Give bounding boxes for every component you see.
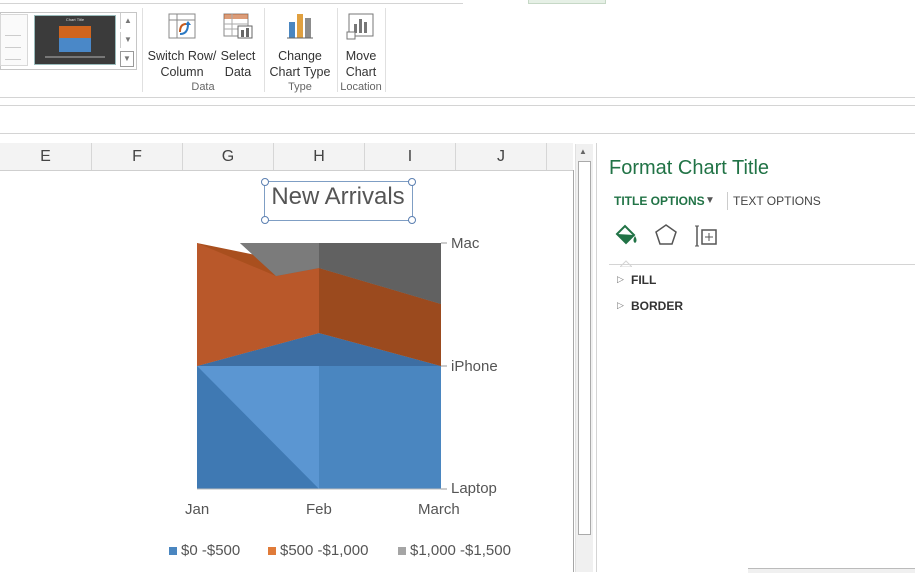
- selected-icon-pointer: [618, 254, 634, 268]
- legend-item-1000-1500: $1,000 -$1,500: [410, 542, 511, 559]
- group-separator: [385, 8, 386, 92]
- ribbon-bottom-border: [0, 97, 915, 98]
- pane-title: Format Chart Title: [609, 157, 770, 179]
- column-header-i[interactable]: I: [365, 143, 456, 170]
- select-data-label-2: Data: [224, 65, 252, 79]
- column-header-h[interactable]: H: [274, 143, 365, 170]
- group-label-type: Type: [288, 81, 312, 93]
- selection-handle[interactable]: [408, 178, 416, 186]
- chart-title[interactable]: New Arrivals: [264, 183, 412, 211]
- select-data-icon: [223, 13, 253, 39]
- selection-handle[interactable]: [408, 216, 416, 224]
- switch-row-column-button[interactable]: Switch Row/ Column: [146, 12, 218, 80]
- pane-divider: [609, 264, 915, 265]
- formula-bar-bottom: [0, 133, 915, 134]
- change-chart-type-icon: [287, 14, 313, 39]
- chart-style-thumbnail-selected[interactable]: Chart Title: [34, 15, 116, 65]
- switch-row-column-icon: [168, 13, 196, 39]
- move-chart-label-2: Chart: [345, 65, 377, 79]
- expand-border-icon[interactable]: ▷: [617, 300, 624, 311]
- selection-handle[interactable]: [261, 178, 269, 186]
- change-type-label-1: Change: [278, 49, 322, 63]
- active-tab-indicator[interactable]: [528, 0, 606, 4]
- selection-handle[interactable]: [261, 216, 269, 224]
- formula-bar-top: [0, 105, 915, 106]
- scroll-up-arrow-icon[interactable]: ▲: [579, 147, 587, 156]
- group-separator: [264, 8, 265, 92]
- section-fill[interactable]: FILL: [631, 273, 656, 287]
- effects-pentagon-icon[interactable]: [654, 223, 678, 247]
- depth-label-laptop: Laptop: [451, 480, 497, 497]
- move-chart-button[interactable]: Move Chart: [339, 12, 383, 80]
- status-edge: [748, 568, 915, 573]
- column-header-e[interactable]: E: [0, 143, 92, 170]
- category-label-march: March: [418, 501, 460, 518]
- move-chart-icon: [346, 13, 374, 40]
- column-header-g[interactable]: G: [183, 143, 274, 170]
- select-data-label-1: Select: [220, 49, 256, 63]
- legend-swatch-gray: [398, 547, 406, 555]
- legend-swatch-orange: [268, 547, 276, 555]
- gallery-more[interactable]: ▼: [120, 51, 134, 67]
- top-strip: [0, 0, 463, 4]
- depth-label-mac: Mac: [451, 235, 480, 252]
- gallery-scroll-up[interactable]: ▲: [120, 13, 135, 29]
- column-headers: E F G H I J: [0, 143, 573, 171]
- switch-row-label-1: Switch Row/: [147, 49, 217, 63]
- legend-swatch-blue: [169, 547, 177, 555]
- gallery-scroll-down[interactable]: ▼: [120, 32, 135, 48]
- thumbnail-title: Chart Title: [65, 17, 85, 22]
- select-data-button[interactable]: Select Data: [216, 12, 260, 80]
- category-label-feb: Feb: [306, 501, 332, 518]
- group-label-location: Location: [340, 81, 382, 93]
- group-label-data: Data: [191, 81, 215, 93]
- scrollbar-thumb[interactable]: [578, 161, 591, 535]
- depth-label-iphone: iPhone: [451, 358, 498, 375]
- column-header-j[interactable]: J: [456, 143, 547, 170]
- fill-line-icon[interactable]: [613, 222, 639, 248]
- column-header-f[interactable]: F: [92, 143, 183, 170]
- move-chart-label-1: Move: [345, 49, 377, 63]
- tab-separator: [727, 192, 728, 210]
- tab-title-options[interactable]: TITLE OPTIONS: [614, 194, 705, 208]
- switch-row-label-2: Column: [160, 65, 204, 79]
- expand-fill-icon[interactable]: ▷: [617, 274, 624, 285]
- chevron-down-icon[interactable]: ▼: [705, 195, 715, 206]
- size-properties-icon[interactable]: [694, 224, 718, 248]
- group-separator: [142, 8, 143, 92]
- change-chart-type-button[interactable]: Change Chart Type: [266, 12, 334, 80]
- group-separator: [337, 8, 338, 92]
- section-border[interactable]: BORDER: [631, 299, 683, 313]
- legend-item-500-1000: $500 -$1,000: [280, 542, 369, 559]
- chart-style-thumbnail[interactable]: [0, 14, 28, 66]
- legend-item-0-500: $0 -$500: [181, 542, 241, 559]
- change-type-label-2: Chart Type: [269, 65, 331, 79]
- tab-text-options[interactable]: TEXT OPTIONS: [733, 194, 821, 208]
- category-label-jan: Jan: [185, 501, 210, 518]
